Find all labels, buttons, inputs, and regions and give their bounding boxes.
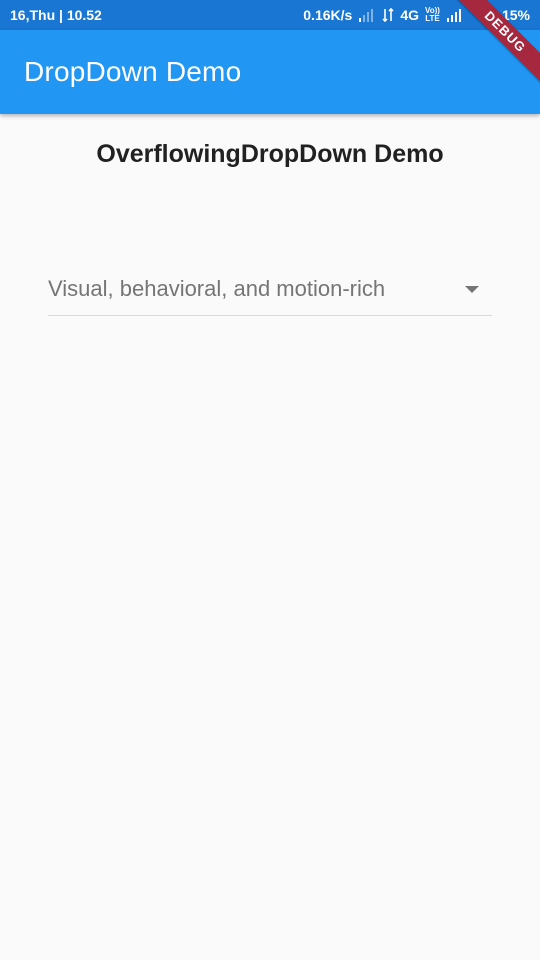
volte-icon: Vo)) LTE (425, 7, 440, 23)
page-heading: OverflowingDropDown Demo (96, 140, 444, 168)
status-bar: 16,Thu | 10.52 0.16K/s 4G Vo)) LTE 15% (0, 0, 540, 30)
network-type: 4G (400, 7, 419, 23)
volte-bottom: LTE (425, 14, 440, 23)
battery-level: 15% (501, 7, 530, 23)
signal-weak-icon (359, 9, 374, 22)
network-speed: 0.16K/s (303, 7, 353, 23)
status-indicators: 0.16K/s 4G Vo)) LTE 15% (303, 7, 530, 24)
signal-icon (446, 9, 461, 22)
dropdown-button[interactable]: Visual, behavioral, and motion-rich (48, 262, 492, 316)
data-arrows-icon (382, 8, 394, 22)
dropdown-selected-value: Visual, behavioral, and motion-rich (48, 275, 386, 301)
app-title: DropDown Demo (24, 56, 242, 87)
app-bar: DropDown Demo (0, 30, 540, 114)
arrow-drop-down-icon[interactable] (460, 277, 484, 301)
status-time: 16,Thu | 10.52 (10, 7, 102, 23)
